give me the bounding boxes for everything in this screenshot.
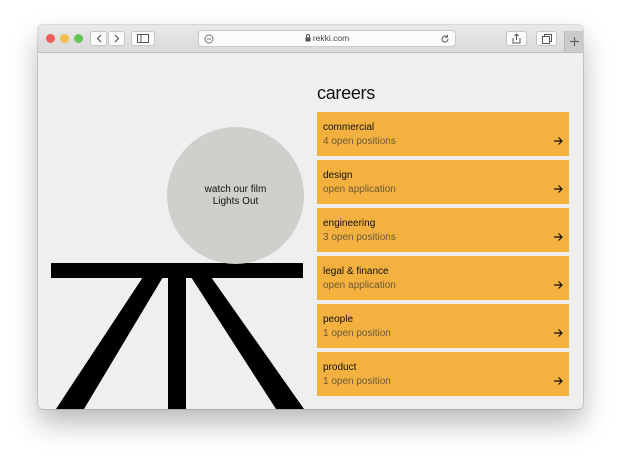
lock-icon [305,34,311,42]
domain-label: rekki.com [312,33,350,43]
career-status: open application [323,184,396,195]
browser-window: rekki.com watch our film Lights Out care… [38,25,583,409]
career-name: engineering [323,218,376,229]
career-item-legal-finance[interactable]: legal & finance open application [317,256,569,300]
back-icon [96,34,101,43]
page-content: watch our film Lights Out careers commer… [38,53,583,409]
watch-film-button[interactable]: watch our film Lights Out [167,127,304,264]
career-item-product[interactable]: product 1 open position [317,352,569,396]
career-name: legal & finance [323,266,389,277]
career-status: 4 open positions [323,136,396,147]
close-window-button[interactable] [46,34,55,43]
career-name: design [323,170,353,181]
new-tab-icon [570,37,579,46]
address-bar[interactable]: rekki.com [198,30,456,47]
sidebar-button[interactable] [131,31,155,46]
show-tabs-button[interactable] [536,31,557,46]
new-tab-button[interactable] [564,31,583,52]
arrow-right-icon [554,377,563,385]
career-name: commercial [323,122,375,133]
arrow-right-icon [554,185,563,193]
sidebar-icon [137,34,149,43]
back-button[interactable] [90,31,107,46]
careers-heading: careers [317,83,375,103]
address-text: rekki.com [199,33,455,43]
arrow-right-icon [554,329,563,337]
career-status: 3 open positions [323,232,396,243]
film-cta-line2: Lights Out [212,195,259,207]
tabs-icon [541,33,552,44]
career-item-commercial[interactable]: commercial 4 open positions [317,112,569,156]
share-icon [512,33,521,44]
minimize-window-button[interactable] [60,34,69,43]
forward-icon [114,34,119,43]
career-name: product [323,362,357,373]
career-item-design[interactable]: design open application [317,160,569,204]
browser-toolbar: rekki.com [38,25,583,53]
careers-list: commercial 4 open positions design open … [317,112,569,400]
career-status: 1 open position [323,376,391,387]
arrow-right-icon [554,137,563,145]
reload-icon[interactable] [440,34,450,44]
career-item-engineering[interactable]: engineering 3 open positions [317,208,569,252]
arrow-right-icon [554,233,563,241]
zoom-window-button[interactable] [74,34,83,43]
career-name: people [323,314,354,325]
career-status: 1 open position [323,328,391,339]
arrow-right-icon [554,281,563,289]
career-status: open application [323,280,396,291]
forward-button[interactable] [108,31,125,46]
career-item-people[interactable]: people 1 open position [317,304,569,348]
share-button[interactable] [506,31,527,46]
film-cta-line1: watch our film [204,183,267,195]
